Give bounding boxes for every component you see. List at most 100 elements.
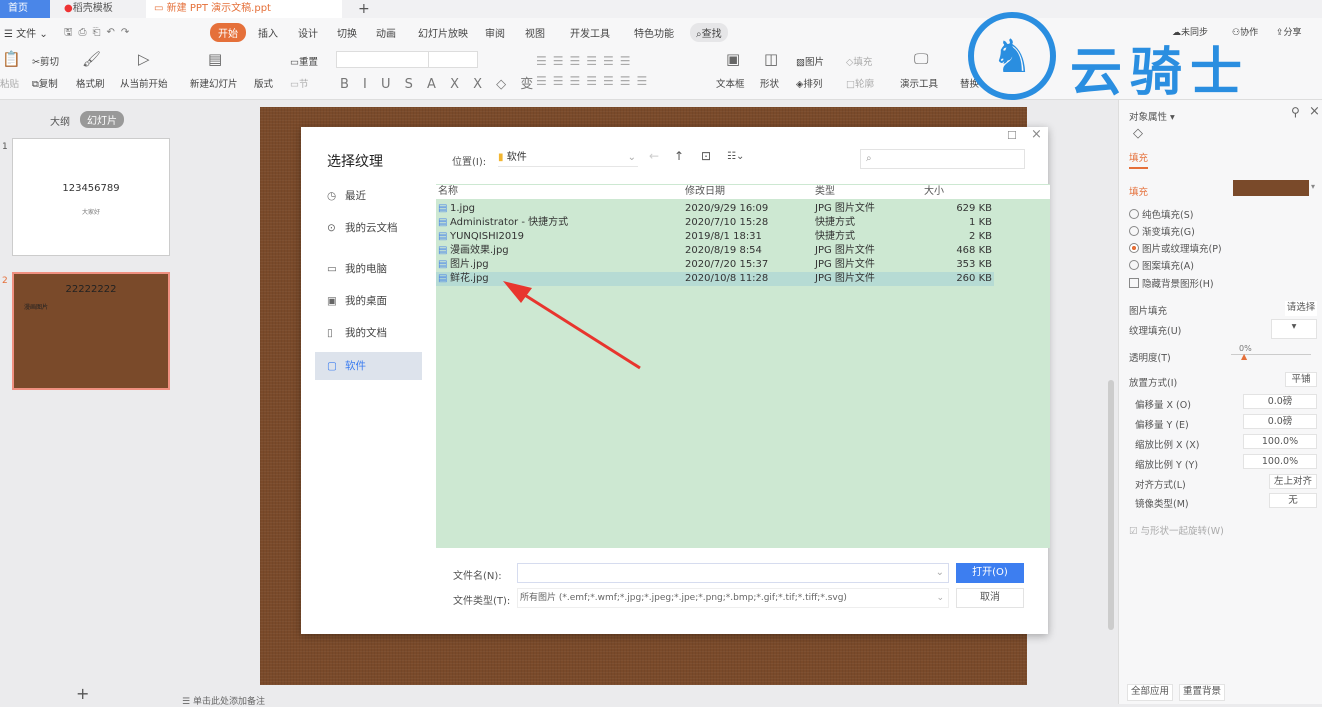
file-row[interactable]: ▤ YUNQISHI2019 2019/8/1 18:31 快捷方式 2 KB xyxy=(436,230,994,244)
file-row[interactable]: ▤ 鲜花.jpg 2020/10/8 11:28 JPG 图片文件 260 KB xyxy=(436,272,994,286)
filename-input[interactable]: ⌄ xyxy=(517,563,949,583)
font-size-select[interactable] xyxy=(428,51,478,68)
up-button[interactable]: ↑ xyxy=(674,149,684,163)
tab-document[interactable]: ▭ 新建 PPT 演示文稿.ppt xyxy=(146,0,342,18)
maximize-button[interactable]: ☐ xyxy=(1007,129,1017,142)
picture-choose-button[interactable]: 请选择 xyxy=(1285,301,1317,316)
play-from-current-button[interactable]: 从当前开始 xyxy=(120,76,168,90)
file-menu[interactable]: ☰ 文件 ⌄ xyxy=(4,25,48,40)
shape-button[interactable]: 形状 xyxy=(760,76,779,90)
file-row[interactable]: ▤ 图片.jpg 2020/7/20 15:37 JPG 图片文件 353 KB xyxy=(436,258,994,272)
menu-developer[interactable]: 开发工具 xyxy=(570,25,610,40)
menu-special[interactable]: 特色功能 xyxy=(634,25,674,40)
column-date[interactable]: 修改日期 xyxy=(685,185,725,199)
apply-all-button[interactable]: 全部应用 xyxy=(1127,684,1173,701)
menu-start[interactable]: 开始 xyxy=(210,23,246,42)
add-slide-button[interactable]: + xyxy=(76,684,89,703)
presenter-tools-button[interactable]: 演示工具 xyxy=(900,76,938,90)
texture-fill-select[interactable]: ▾ xyxy=(1271,319,1317,339)
outline-button[interactable]: □轮廓 xyxy=(846,76,874,90)
scale-y-stepper[interactable]: 100.0% xyxy=(1243,454,1317,469)
chevron-down-icon[interactable]: ▾ xyxy=(1311,182,1315,191)
fill-section-header[interactable]: 填充 xyxy=(1129,184,1148,198)
menu-insert[interactable]: 插入 xyxy=(258,25,278,40)
menu-slideshow[interactable]: 幻灯片放映 xyxy=(418,25,468,40)
file-row[interactable]: ▤ 漫画效果.jpg 2020/8/19 8:54 JPG 图片文件 468 KB xyxy=(436,244,994,258)
fill-button[interactable]: ◇填充 xyxy=(846,54,872,68)
offset-y-stepper[interactable]: 0.0磅 xyxy=(1243,414,1317,429)
fill-option-radio[interactable]: 图片或纹理填充(P) xyxy=(1129,241,1222,255)
new-slide-button[interactable]: 新建幻灯片 xyxy=(190,76,238,90)
reset-background-button[interactable]: 重置背景 xyxy=(1179,684,1225,701)
sidebar-item-desktop[interactable]: ▣ 我的桌面 xyxy=(315,287,422,315)
vertical-scrollbar[interactable] xyxy=(1105,100,1117,704)
fill-color-swatch[interactable] xyxy=(1233,180,1309,196)
format-painter-button[interactable]: 格式刷 xyxy=(76,76,105,90)
paragraph-icons[interactable]: ☰☰☰☰☰☰ xyxy=(536,54,637,68)
file-row[interactable]: ▤ Administrator - 快捷方式 2020/7/10 15:28 快捷方式… xyxy=(436,216,994,230)
cancel-button[interactable]: 取消 xyxy=(956,588,1024,608)
align-icons[interactable]: ☰☰☰☰☰☰☰ xyxy=(536,74,653,88)
file-row[interactable]: ▤ 1.jpg 2020/9/29 16:09 JPG 图片文件 629 KB xyxy=(436,202,994,216)
sidebar-item-recent[interactable]: ◷ 最近 xyxy=(315,182,422,210)
textbox-button[interactable]: 文本框 xyxy=(716,76,745,90)
file-date: 2020/7/10 15:28 xyxy=(685,217,769,228)
picture-button[interactable]: ▨图片 xyxy=(796,54,824,68)
file-list[interactable]: 名称 修改日期 类型 大小 ▤ 1.jpg 2020/9/29 16:09 JPG 图… xyxy=(436,184,1050,548)
sidebar-item-cloud[interactable]: ⊙ 我的云文档 xyxy=(315,214,422,242)
copy-label: 复制 xyxy=(38,79,58,90)
menu-transition[interactable]: 切换 xyxy=(337,25,357,40)
close-button[interactable]: × xyxy=(1031,127,1042,142)
placement-select[interactable]: 平铺 xyxy=(1285,372,1317,387)
panel-title[interactable]: 对象属性 ▾ xyxy=(1129,109,1175,123)
new-folder-button[interactable]: ⊡ xyxy=(701,149,711,163)
reset-button[interactable]: ▭重置 xyxy=(290,54,318,68)
slider-thumb[interactable]: ▲ xyxy=(1241,352,1247,361)
menu-design[interactable]: 设计 xyxy=(298,25,318,40)
scale-x-stepper[interactable]: 100.0% xyxy=(1243,434,1317,449)
layout-button[interactable]: 版式 xyxy=(254,76,273,90)
mirror-select[interactable]: 无 xyxy=(1269,493,1317,508)
notes-area[interactable]: ☰ 单击此处添加备注 xyxy=(182,694,265,707)
view-menu-button[interactable]: ☷⌄ xyxy=(727,151,744,162)
menu-review[interactable]: 审阅 xyxy=(485,25,505,40)
search-button[interactable]: ⌕查找 xyxy=(690,23,728,42)
tab-fill[interactable]: 填充 xyxy=(1129,150,1149,169)
menu-view[interactable]: 视图 xyxy=(525,25,545,40)
tab-outline[interactable]: 大纲 xyxy=(50,113,70,128)
sidebar-item-documents[interactable]: ▯ 我的文档 xyxy=(315,319,422,347)
new-tab-button[interactable]: + xyxy=(350,0,378,18)
align-select[interactable]: 左上对齐 xyxy=(1269,474,1317,489)
tab-slides[interactable]: 幻灯片 xyxy=(80,111,124,128)
location-select[interactable]: ▮ 软件 ⌄ xyxy=(498,149,638,167)
cut-button[interactable]: ✂剪切 xyxy=(32,54,59,68)
paste-button[interactable]: 粘贴 xyxy=(0,76,19,90)
texture-fill-label: 纹理填充(U) xyxy=(1129,326,1182,337)
menu-animation[interactable]: 动画 xyxy=(376,25,396,40)
slide-thumbnail-1[interactable]: 123456789 大家好 xyxy=(12,138,170,256)
sidebar-item-computer[interactable]: ▭ 我的电脑 xyxy=(315,255,422,283)
back-button[interactable]: ← xyxy=(649,149,659,163)
paste-icon[interactable]: 📋 xyxy=(2,50,21,68)
fill-option-radio[interactable]: 纯色填充(S) xyxy=(1129,207,1193,221)
search-input[interactable]: ⌕ xyxy=(860,149,1025,169)
section-button[interactable]: ▭节 xyxy=(290,76,309,90)
quick-access-icons[interactable]: 🖫⎙⎗↶↷ xyxy=(64,25,135,42)
tab-docer[interactable]: ●稻壳模板 xyxy=(56,0,142,18)
tab-home[interactable]: 首页 xyxy=(0,0,50,18)
column-size[interactable]: 大小 xyxy=(924,185,944,199)
slide-thumbnail-2[interactable]: 22222222 漫画图片 xyxy=(12,272,170,390)
open-button[interactable]: 打开(O) xyxy=(956,563,1024,583)
sidebar-item-software[interactable]: ▢ 软件 xyxy=(315,352,422,380)
column-name[interactable]: 名称 xyxy=(438,185,458,199)
fill-option-radio[interactable]: 图案填充(A) xyxy=(1129,258,1194,272)
rotate-with-shape-checkbox[interactable]: ☑ 与形状一起旋转(W) xyxy=(1129,523,1224,537)
column-type[interactable]: 类型 xyxy=(815,185,835,199)
hide-bg-checkbox[interactable]: 隐藏背景图形(H) xyxy=(1129,276,1214,290)
arrange-button[interactable]: ◈排列 xyxy=(796,76,822,90)
offset-x-stepper[interactable]: 0.0磅 xyxy=(1243,394,1317,409)
copy-button[interactable]: ⧉复制 xyxy=(32,76,58,90)
filetype-select[interactable]: 所有图片 (*.emf;*.wmf;*.jpg;*.jpeg;*.jpe;*.p… xyxy=(517,588,949,608)
font-format-icons[interactable]: B I U S A X X ◇ 变 xyxy=(340,73,538,92)
fill-option-radio[interactable]: 渐变填充(G) xyxy=(1129,224,1195,238)
